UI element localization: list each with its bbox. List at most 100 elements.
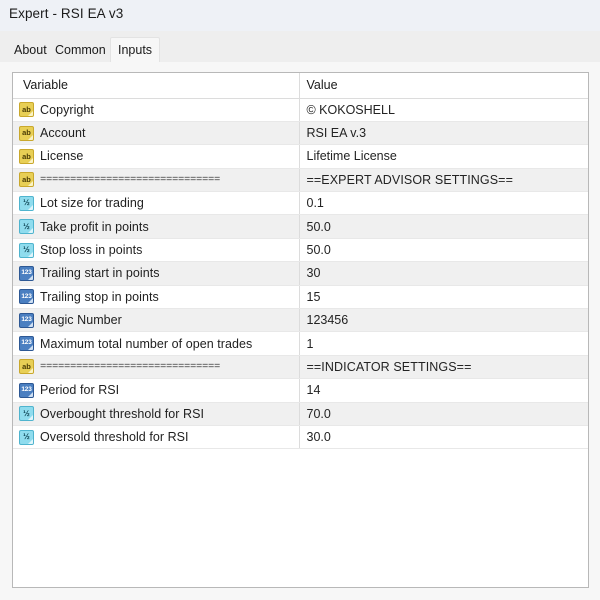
value-text: 70.0 (306, 406, 331, 421)
table-row[interactable]: ab Account RSI EA v.3 (13, 121, 588, 146)
table-row[interactable]: 123 Trailing stop in points 15 (13, 285, 588, 310)
variable-cell[interactable]: ½ Stop loss in points (13, 238, 299, 263)
table-row[interactable]: ½ Stop loss in points 50.0 (13, 238, 588, 263)
variable-label: Magic Number (40, 313, 122, 328)
value-cell[interactable]: 1 (298, 331, 588, 356)
type-icon-glyph: 123 (21, 386, 32, 394)
variable-label: Stop loss in points (40, 243, 143, 258)
value-text: 30.0 (306, 430, 331, 445)
variable-cell[interactable]: 123 Maximum total number of open trades (13, 331, 299, 356)
type-icon-glyph: ab (22, 104, 31, 114)
variable-cell[interactable]: ½ Take profit in points (13, 214, 299, 239)
expert-properties-window: Expert - RSI EA v3 About Common Inputs V… (0, 0, 600, 600)
variable-label: Overbought threshold for RSI (40, 406, 204, 421)
inputs-panel: Variable Value ab Copyright © KOKOSHELL ab A… (0, 62, 600, 600)
table-row[interactable]: ab ============================== ==INDICA… (13, 355, 588, 380)
title-bar: Expert - RSI EA v3 (0, 0, 600, 31)
value-cell[interactable]: © KOKOSHELL (298, 98, 588, 122)
variable-label: Period for RSI (40, 383, 120, 398)
integer-type-icon: 123 (19, 336, 34, 352)
table-row[interactable]: ½ Lot size for trading 0.1 (13, 191, 588, 216)
double-type-icon: ½ (19, 219, 34, 235)
variable-cell[interactable]: ab Copyright (13, 98, 299, 122)
type-icon-glyph: ½ (23, 432, 30, 442)
tab-about[interactable]: About (7, 40, 54, 62)
variable-cell[interactable]: ab ============================== (13, 355, 299, 380)
variable-label: Take profit in points (40, 219, 149, 234)
double-type-icon: ½ (19, 406, 34, 422)
variable-cell[interactable]: 123 Period for RSI (13, 378, 299, 403)
string-type-icon: ab (19, 359, 34, 375)
value-cell[interactable]: Lifetime License (298, 144, 588, 169)
value-cell[interactable]: ==INDICATOR SETTINGS== (298, 355, 588, 380)
value-cell[interactable]: 123456 (298, 308, 588, 333)
value-text: 123456 (306, 313, 349, 328)
variable-cell[interactable]: ab ============================== (13, 168, 299, 193)
variable-cell[interactable]: 123 Trailing start in points (13, 261, 299, 286)
value-text: RSI EA v.3 (306, 126, 367, 141)
variable-label: ============================== (40, 360, 221, 373)
value-cell[interactable]: ==EXPERT ADVISOR SETTINGS== (298, 168, 588, 193)
type-icon-glyph: 123 (21, 315, 32, 323)
double-type-icon: ½ (19, 242, 34, 258)
variable-cell[interactable]: ½ Lot size for trading (13, 191, 299, 216)
value-text: Lifetime License (306, 149, 397, 164)
table-row[interactable]: 123 Magic Number 123456 (13, 308, 588, 333)
variable-label: Copyright (40, 102, 94, 117)
value-text: 50.0 (306, 219, 331, 234)
variable-label: License (40, 149, 84, 164)
value-text: 0.1 (306, 196, 324, 211)
variable-cell[interactable]: 123 Magic Number (13, 308, 299, 333)
double-type-icon: ½ (19, 195, 34, 211)
value-cell[interactable]: RSI EA v.3 (298, 121, 588, 146)
table-row[interactable]: 123 Maximum total number of open trades 1 (13, 331, 588, 356)
tab-common[interactable]: Common (48, 40, 113, 62)
variable-cell[interactable]: ab Account (13, 121, 299, 146)
value-cell[interactable]: 15 (298, 285, 588, 310)
table-row[interactable]: 123 Period for RSI 14 (13, 378, 588, 403)
table-row[interactable]: ½ Overbought threshold for RSI 70.0 (13, 402, 588, 426)
table-row[interactable]: ab Copyright © KOKOSHELL (13, 98, 588, 122)
table-row[interactable]: 123 Trailing start in points 30 (13, 261, 588, 286)
type-icon-glyph: ½ (23, 221, 30, 231)
value-text: © KOKOSHELL (306, 102, 395, 117)
variable-cell[interactable]: 123 Trailing stop in points (13, 285, 299, 310)
value-cell[interactable]: 70.0 (298, 402, 588, 426)
value-cell[interactable]: 0.1 (298, 191, 588, 216)
window-title: Expert - RSI EA v3 (9, 6, 124, 21)
variable-label: Account (40, 126, 86, 141)
column-header-variable[interactable]: Variable (13, 73, 299, 99)
type-icon-glyph: ab (22, 175, 31, 185)
type-icon-glyph: ab (22, 151, 31, 161)
tab-inputs[interactable]: Inputs (110, 37, 161, 62)
variable-label: Trailing start in points (40, 266, 160, 281)
variable-label: Lot size for trading (40, 196, 144, 211)
value-text: ==INDICATOR SETTINGS== (306, 359, 472, 374)
column-header-value[interactable]: Value (298, 73, 588, 99)
type-icon-glyph: 123 (21, 339, 32, 347)
integer-type-icon: 123 (19, 312, 34, 328)
table-row[interactable]: ½ Take profit in points 50.0 (13, 214, 588, 239)
table-row[interactable]: ½ Oversold threshold for RSI 30.0 (13, 425, 588, 450)
integer-type-icon: 123 (19, 265, 34, 281)
value-text: 14 (306, 383, 321, 398)
double-type-icon: ½ (19, 429, 34, 445)
type-icon-glyph: 123 (21, 292, 32, 300)
variable-label: Trailing stop in points (40, 289, 159, 304)
table-row[interactable]: ab ============================== ==EXPERT… (13, 168, 588, 193)
variable-cell[interactable]: ½ Oversold threshold for RSI (13, 425, 299, 450)
value-cell[interactable]: 50.0 (298, 214, 588, 239)
variable-cell[interactable]: ab License (13, 144, 299, 169)
value-cell[interactable]: 30.0 (298, 425, 588, 450)
inputs-table-frame: Variable Value ab Copyright © KOKOSHELL ab A… (12, 72, 589, 588)
type-icon-glyph: 123 (21, 269, 32, 277)
value-cell[interactable]: 50.0 (298, 238, 588, 263)
table-row[interactable]: ab License Lifetime License (13, 144, 588, 169)
variable-label: Oversold threshold for RSI (40, 430, 189, 445)
table-body: ab Copyright © KOKOSHELL ab Account RSI EA v.… (13, 98, 588, 450)
type-icon-glyph: ab (22, 362, 31, 372)
value-cell[interactable]: 30 (298, 261, 588, 286)
value-text: 1 (306, 336, 314, 351)
variable-cell[interactable]: ½ Overbought threshold for RSI (13, 402, 299, 426)
value-cell[interactable]: 14 (298, 378, 588, 403)
